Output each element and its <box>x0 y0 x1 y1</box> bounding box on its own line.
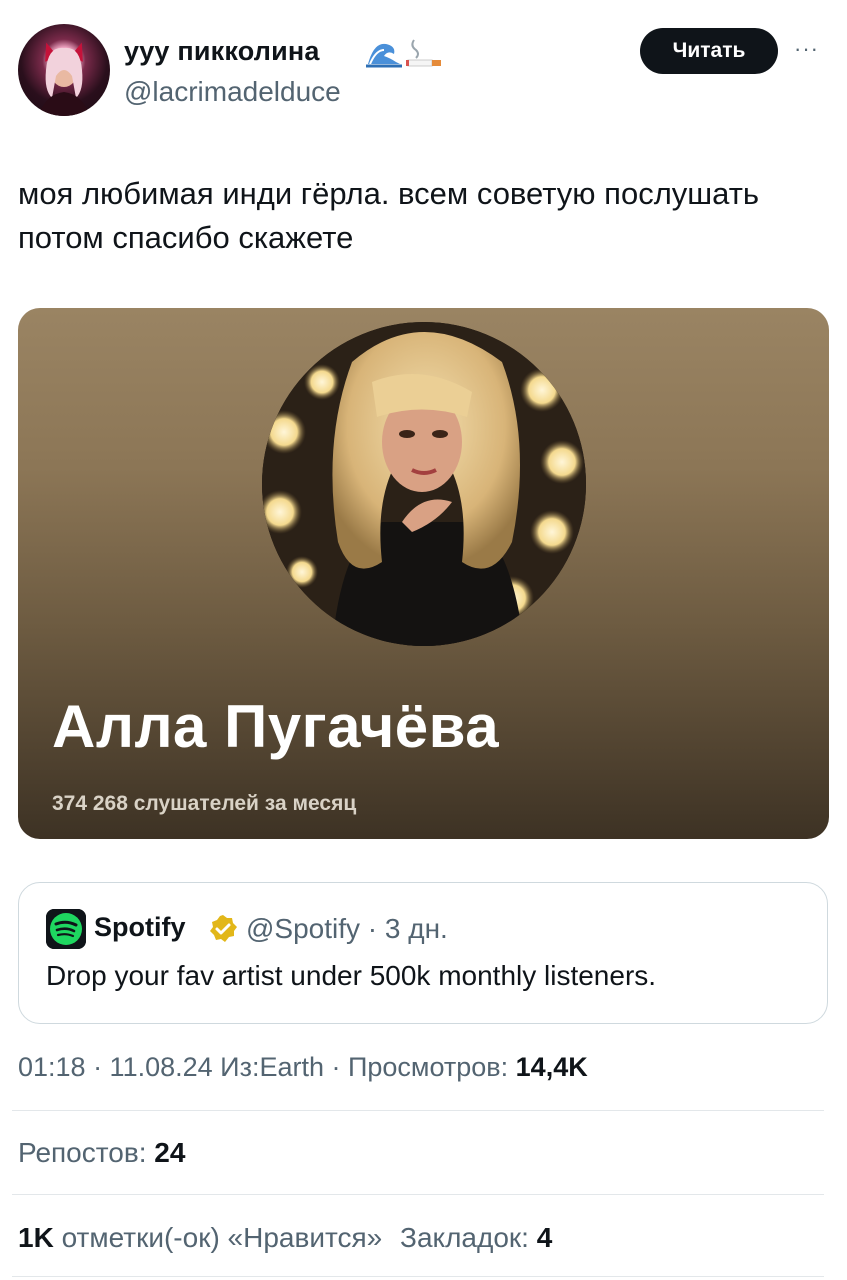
bookmarks-count[interactable]: 4 <box>537 1222 553 1253</box>
quoted-tweet-card[interactable] <box>18 882 828 1024</box>
likes-count[interactable]: 1K <box>18 1222 54 1253</box>
author-handle[interactable]: @lacrimadelduce <box>124 76 341 108</box>
likes-bookmarks-stat: 1K отметки(-ок) «Нравится» Закладок: 4 <box>18 1222 552 1254</box>
quoted-tweet-text: Drop your fav artist under 500k monthly … <box>46 960 657 991</box>
likes-label[interactable]: отметки(-ок) «Нравится» <box>62 1222 383 1253</box>
reposts-stat[interactable]: Репостов: 24 <box>18 1137 185 1169</box>
views-count: 14,4K <box>515 1052 588 1082</box>
divider <box>12 1194 824 1195</box>
reposts-count: 24 <box>154 1137 186 1168</box>
author-display-name[interactable]: ууу пикколина <box>124 36 320 67</box>
quoted-author-name[interactable]: Spotify <box>94 912 186 943</box>
avatar-figure <box>38 47 90 116</box>
divider <box>12 1276 824 1277</box>
artist-name: Алла Пугачёва <box>52 693 500 760</box>
spotify-icon <box>46 909 86 949</box>
monthly-listeners: 374 268 слушателей за месяц <box>52 792 357 815</box>
reposts-label: Репостов: <box>18 1137 147 1168</box>
bookmarks-label[interactable]: Закладок: <box>400 1222 529 1253</box>
water-wave-icon <box>366 43 402 68</box>
more-dots-icon[interactable]: ··· <box>794 36 826 61</box>
cigarette-icon <box>406 39 441 67</box>
artist-photo <box>262 322 586 646</box>
verified-gold-badge-icon <box>210 915 237 942</box>
author-avatar[interactable] <box>18 24 110 116</box>
tweet-text: моя любимая инди гёрла. всем советую пос… <box>18 176 760 255</box>
timestamp-text: 01:18 · 11.08.24 Из:Earth · Просмотров: <box>18 1052 509 1082</box>
tweet-timestamp[interactable]: 01:18 · 11.08.24 Из:Earth · Просмотров: … <box>18 1052 588 1083</box>
artist-portrait <box>262 322 586 646</box>
quoted-handle-time: @Spotify · 3 дн. <box>246 913 448 944</box>
divider <box>12 1110 824 1111</box>
follow-button[interactable]: Читать <box>640 28 778 74</box>
